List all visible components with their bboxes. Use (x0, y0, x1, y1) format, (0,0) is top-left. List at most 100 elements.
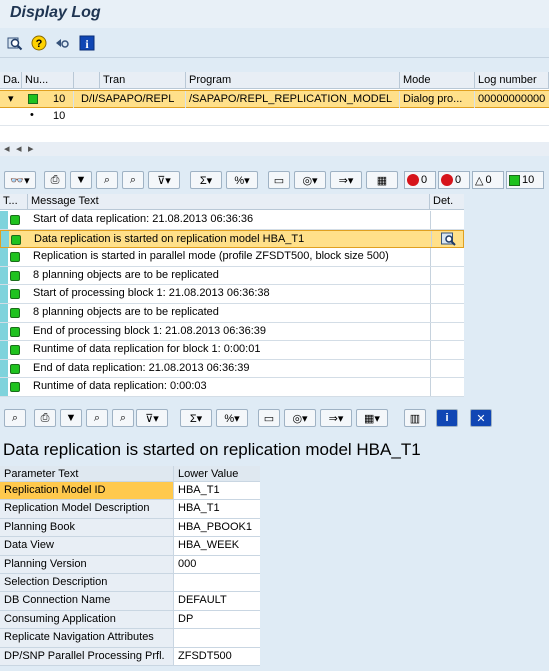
parameter-row[interactable]: Consuming Application DP (0, 610, 260, 630)
col-header-type[interactable]: T... (0, 194, 28, 210)
message-row[interactable]: End of data replication: 21.08.2013 06:3… (0, 359, 464, 379)
total-button[interactable]: Σ▾ (190, 171, 222, 189)
subtotal-icon: %▾ (234, 174, 250, 187)
parameter-row-selected[interactable]: Replication Model ID HBA_T1 (0, 482, 260, 501)
detail-total-button[interactable]: Σ▾ (180, 409, 212, 427)
col-header-lower-value[interactable]: Lower Value (174, 466, 260, 481)
detail-binoculars-button[interactable]: ⌕ (86, 409, 108, 427)
col-header-details[interactable]: Det. (430, 194, 464, 210)
message-row[interactable]: Runtime of data replication: 0:00:03 (0, 378, 464, 397)
status-light-green (10, 308, 20, 318)
horizontal-scrollbar[interactable]: ◂ ◂ ▸ (0, 142, 549, 156)
detail-print-button[interactable]: ⎙ (34, 409, 56, 427)
find-button[interactable]: ⌕ (96, 171, 118, 189)
detail-export-button[interactable]: ⇒▾ (320, 409, 352, 427)
warning-icon: △ (475, 174, 484, 187)
find-icon: ⌕ (11, 411, 19, 424)
warning-count: 0 (485, 174, 492, 186)
find-next-button[interactable]: ⌕ (122, 171, 144, 189)
print-preview-button[interactable]: ▭ (268, 171, 290, 189)
detail-set-filter-button[interactable]: ⊽▾ (136, 409, 168, 427)
error-counter[interactable]: 0 (438, 171, 470, 189)
mode-cell: Dialog pro... (400, 91, 475, 109)
success-counter[interactable]: 10 (506, 171, 544, 189)
find-icon[interactable] (6, 34, 24, 52)
col-header-tran[interactable]: Tran (100, 72, 186, 89)
views-icon: ◎▾ (292, 412, 308, 425)
scroll-right-icon[interactable]: ▸ (28, 142, 34, 155)
info-icon[interactable]: i (78, 34, 96, 52)
print-button[interactable]: ⎙ (44, 171, 66, 189)
binoculars-icon: ⌕ (103, 173, 111, 186)
parameter-row[interactable]: Planning Book HBA_PBOOK1 (0, 518, 260, 538)
tran-cell: D/I/SAPAPO/REPL (78, 91, 186, 109)
stop-count: 0 (421, 174, 428, 186)
back-glasses-icon[interactable] (54, 34, 72, 52)
export-icon: ⇒▾ (338, 174, 354, 187)
message-row[interactable]: 8 planning objects are to be replicated (0, 304, 464, 323)
message-row[interactable]: Start of data replication: 21.08.2013 06… (0, 211, 464, 230)
parameter-row[interactable]: Replication Model Description HBA_T1 (0, 500, 260, 519)
col-header-date[interactable]: Da... (0, 72, 22, 89)
parameter-row[interactable]: Planning Version 000 (0, 555, 260, 574)
detail-info-button[interactable]: i (436, 409, 458, 427)
message-row[interactable]: 8 planning objects are to be replicated (0, 266, 464, 286)
col-header-blank[interactable] (74, 72, 100, 89)
message-row-selected[interactable]: Data replication is started on replicati… (0, 229, 464, 249)
message-row[interactable]: Runtime of data replication for block 1:… (0, 341, 464, 360)
parameter-row[interactable]: Selection Description (0, 574, 260, 593)
col-header-log-number[interactable]: Log number (475, 72, 549, 89)
sum-icon: Σ▾ (199, 174, 213, 187)
help-icon[interactable]: ? (30, 34, 48, 52)
subtotal-button[interactable]: %▾ (226, 171, 258, 189)
detail-glasses-icon[interactable] (441, 232, 457, 249)
funnel-icon: ⊽▾ (145, 412, 159, 425)
set-filter-button[interactable]: ⊽▾ (148, 171, 180, 189)
stop-counter[interactable]: 0 (404, 171, 436, 189)
parameter-row[interactable]: DB Connection Name DEFAULT (0, 592, 260, 611)
parameter-row[interactable]: DP/SNP Parallel Processing Prfl. ZFSDT500 (0, 647, 260, 666)
col-header-parameter-text[interactable]: Parameter Text (0, 466, 174, 481)
message-row[interactable]: Start of processing block 1: 21.08.2013 … (0, 285, 464, 304)
document-icon: ▭ (273, 174, 285, 187)
export-button[interactable]: ⇒▾ (330, 171, 362, 189)
detail-layout-button[interactable]: ▦▾ (356, 409, 388, 427)
col-header-program[interactable]: Program (186, 72, 400, 89)
views-icon: ◎▾ (302, 174, 318, 187)
binoculars-next-icon: ⌕ (119, 411, 127, 424)
parameter-row[interactable]: Data View HBA_WEEK (0, 537, 260, 556)
layout-button[interactable]: ▦ (366, 171, 398, 189)
col-header-mode[interactable]: Mode (400, 72, 475, 89)
print-icon: ⎙ (50, 173, 60, 186)
detail-filter-button[interactable]: ▼ (60, 409, 82, 427)
expand-arrow[interactable]: ▾ (8, 92, 14, 105)
details-button[interactable]: 👓▾ (4, 171, 36, 189)
status-light-green (10, 289, 20, 300)
detail-find-button[interactable]: ⌕ (4, 409, 26, 427)
status-light-green (10, 270, 20, 281)
filter-icon: ▼ (65, 412, 77, 424)
log-row[interactable]: • 10 (0, 108, 549, 126)
svg-text:?: ? (36, 38, 43, 50)
scroll-left-icon[interactable]: ◂ (4, 142, 10, 155)
error-count: 0 (455, 174, 462, 186)
parameter-row[interactable]: Replicate Navigation Attributes (0, 629, 260, 648)
views-button[interactable]: ◎▾ (294, 171, 326, 189)
export-icon: ⇒▾ (328, 412, 344, 425)
message-row[interactable]: Replication is started in parallel mode … (0, 248, 464, 267)
status-light-green (10, 345, 20, 356)
col-header-number[interactable]: Nu... (22, 72, 74, 89)
detail-chart-button[interactable]: ▥ (404, 409, 426, 427)
detail-views-button[interactable]: ◎▾ (284, 409, 316, 427)
message-row[interactable]: End of processing block 1: 21.08.2013 06… (0, 322, 464, 342)
close-button[interactable]: ✕ (470, 409, 492, 427)
info-icon: i (445, 412, 449, 424)
col-header-message-text[interactable]: Message Text (28, 194, 430, 210)
filter-button[interactable]: ▼ (70, 171, 92, 189)
detail-subtotal-button[interactable]: %▾ (216, 409, 248, 427)
detail-binoculars-next-button[interactable]: ⌕ (112, 409, 134, 427)
detail-preview-button[interactable]: ▭ (258, 409, 280, 427)
log-row-selected[interactable]: ▾ 10 D/I/SAPAPO/REPL /SAPAPO/REPL_REPLIC… (0, 90, 549, 109)
scroll-left-end-icon[interactable]: ◂ (16, 142, 22, 155)
warning-counter[interactable]: △ 0 (472, 171, 504, 189)
